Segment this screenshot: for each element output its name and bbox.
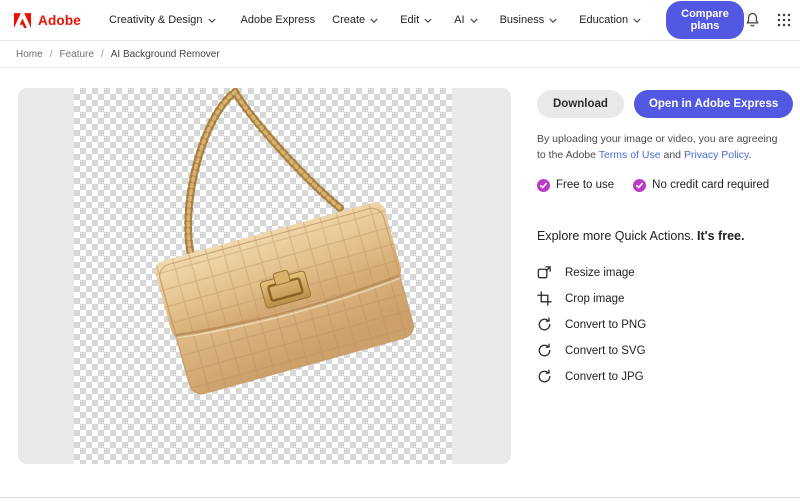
adobe-logo-icon [14, 13, 31, 28]
menu-label: Education [579, 14, 628, 26]
notifications-bell-icon[interactable] [744, 11, 762, 29]
privacy-policy-link[interactable]: Privacy Policy [684, 149, 749, 161]
quick-action-crop-image[interactable]: Crop image [537, 286, 782, 312]
convert-icon [537, 369, 552, 384]
explore-heading: Explore more Quick Actions.It's free. [537, 229, 782, 243]
chevron-down-icon [633, 18, 641, 23]
open-in-adobe-express-button[interactable]: Open in Adobe Express [634, 90, 793, 118]
chevron-down-icon [424, 18, 432, 23]
quick-action-label: Crop image [565, 293, 624, 305]
page: Adobe Creativity & Design Adobe Express … [0, 0, 800, 501]
resize-icon [537, 265, 552, 280]
menu-edit[interactable]: Edit [389, 0, 443, 40]
convert-icon [537, 343, 552, 358]
menu-create[interactable]: Create [321, 0, 389, 40]
explore-text: Explore more Quick Actions. [537, 229, 694, 243]
bag-body [153, 200, 419, 398]
quick-action-convert-to-jpg[interactable]: Convert to JPG [537, 364, 782, 390]
badge-free-to-use: Free to use [537, 179, 614, 192]
header-right-icons [744, 11, 800, 29]
breadcrumb-feature[interactable]: Feature [59, 49, 93, 60]
result-image-card [18, 88, 511, 464]
menu-label: Creativity & Design [109, 14, 203, 26]
adobe-logo[interactable]: Adobe [0, 0, 95, 40]
quick-action-label: Convert to PNG [565, 319, 646, 331]
action-panel: Download Open in Adobe Express By upload… [537, 90, 782, 390]
feature-badges: Free to use No credit card required [537, 179, 782, 192]
chevron-down-icon [208, 18, 216, 23]
breadcrumb-home[interactable]: Home [16, 49, 43, 60]
badge-label: No credit card required [652, 179, 769, 191]
page-bottom-divider [0, 497, 800, 498]
nav-label: Adobe Express [241, 14, 316, 26]
top-nav-bar: Adobe Creativity & Design Adobe Express … [0, 0, 800, 41]
nav-adobe-express[interactable]: Adobe Express [230, 0, 322, 40]
button-row: Download Open in Adobe Express [537, 90, 782, 118]
menu-label: Create [332, 14, 365, 26]
legal-and: and [661, 149, 684, 161]
breadcrumb-current-page: AI Background Remover [111, 49, 220, 60]
chevron-down-icon [370, 18, 378, 23]
quick-actions-list: Resize image Crop image Convert to PNG [537, 260, 782, 390]
menu-business[interactable]: Business [489, 0, 569, 40]
main-content: Download Open in Adobe Express By upload… [0, 68, 800, 464]
check-circle-icon [537, 179, 550, 192]
chevron-down-icon [470, 18, 478, 23]
badge-no-credit-card: No credit card required [633, 179, 769, 192]
quick-action-convert-to-png[interactable]: Convert to PNG [537, 312, 782, 338]
legal-text: By uploading your image or video, you ar… [537, 131, 779, 164]
compare-plans-button[interactable]: Compare plans [666, 1, 744, 39]
menu-label: Business [500, 14, 545, 26]
menu-ai[interactable]: AI [443, 0, 488, 40]
quick-action-label: Convert to JPG [565, 371, 644, 383]
handbag-image [18, 88, 511, 464]
chevron-down-icon [549, 18, 557, 23]
menu-creativity-design[interactable]: Creativity & Design [95, 0, 230, 40]
check-circle-icon [633, 179, 646, 192]
explore-bold: It's free. [697, 229, 744, 243]
adobe-logo-text: Adobe [38, 13, 81, 28]
download-button[interactable]: Download [537, 90, 624, 118]
badge-label: Free to use [556, 179, 614, 191]
breadcrumb: Home / Feature / AI Background Remover [0, 41, 800, 68]
app-grid-icon[interactable] [775, 11, 793, 29]
breadcrumb-separator: / [101, 49, 104, 60]
legal-period: . [749, 149, 752, 161]
quick-action-label: Convert to SVG [565, 345, 646, 357]
menu-education[interactable]: Education [568, 0, 652, 40]
menu-label: AI [454, 14, 464, 26]
quick-action-label: Resize image [565, 267, 635, 279]
quick-action-resize-image[interactable]: Resize image [537, 260, 782, 286]
terms-of-use-link[interactable]: Terms of Use [599, 149, 661, 161]
convert-icon [537, 317, 552, 332]
crop-icon [537, 291, 552, 306]
menu-label: Edit [400, 14, 419, 26]
quick-action-convert-to-svg[interactable]: Convert to SVG [537, 338, 782, 364]
breadcrumb-separator: / [50, 49, 53, 60]
